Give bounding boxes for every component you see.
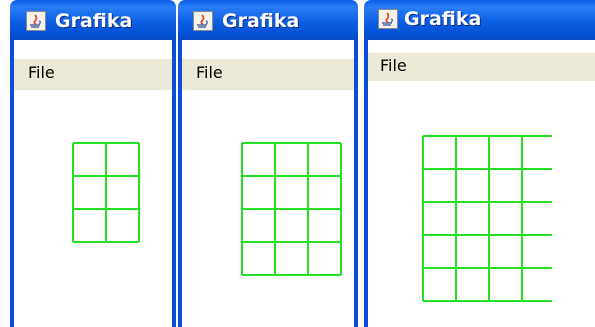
grid-canvas [72, 142, 140, 243]
app-window-1: Grafika File [10, 0, 176, 327]
app-window-2: Grafika File [178, 0, 358, 327]
app-window-3: Grafika File [364, 0, 595, 327]
grid-canvas [241, 142, 342, 276]
grid-canvas [422, 135, 552, 302]
